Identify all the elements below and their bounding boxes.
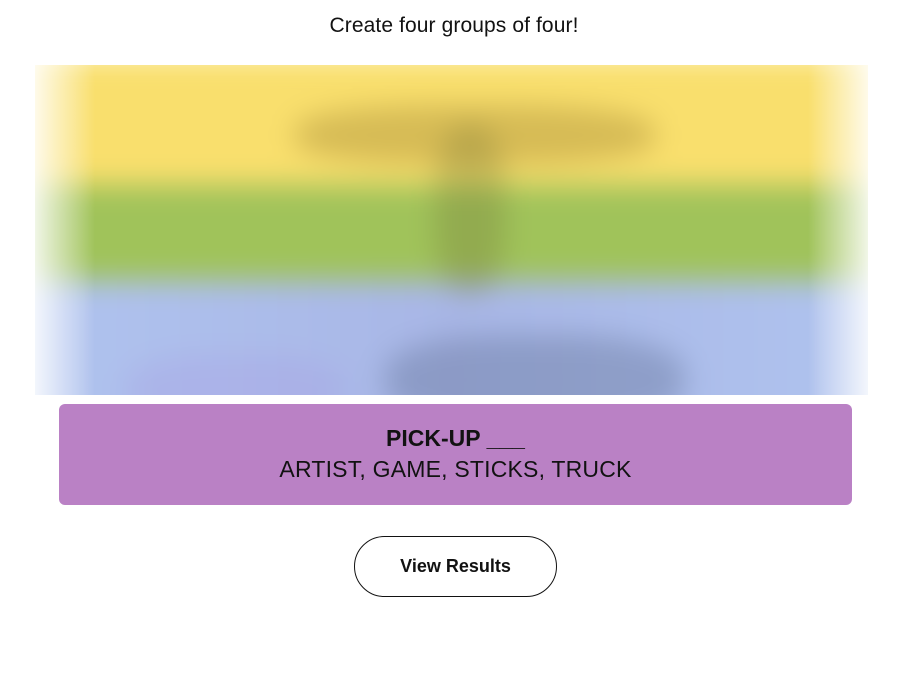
group-category-title: PICK-UP ___ bbox=[386, 425, 525, 451]
blurred-smudge bbox=[125, 355, 345, 395]
blurred-board bbox=[35, 65, 868, 395]
blur-layer bbox=[35, 65, 868, 395]
solved-group-card: PICK-UP ___ ARTIST, GAME, STICKS, TRUCK bbox=[59, 404, 852, 505]
instructions-text: Create four groups of four! bbox=[329, 14, 579, 37]
view-results-button[interactable]: View Results bbox=[354, 536, 557, 597]
board-fade-left bbox=[35, 65, 95, 395]
blurred-smudge bbox=[435, 125, 505, 295]
group-members-list: ARTIST, GAME, STICKS, TRUCK bbox=[279, 456, 632, 482]
blurred-smudge bbox=[385, 335, 685, 395]
connections-game: Create four groups of four! PICK-UP ___ … bbox=[0, 0, 908, 679]
board-fade-right bbox=[808, 65, 868, 395]
